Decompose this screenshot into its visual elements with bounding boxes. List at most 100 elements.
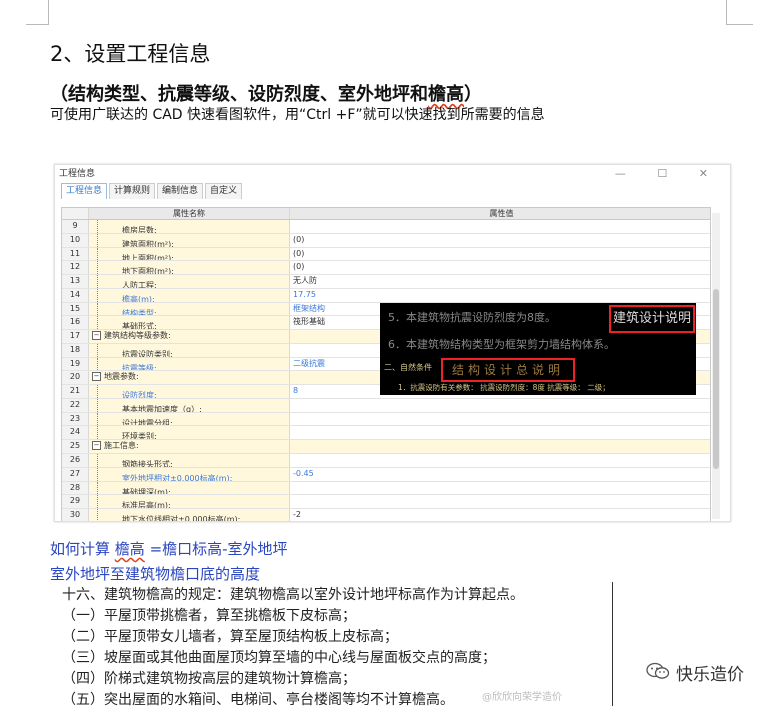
row-name: 建筑结构等级参数:	[104, 331, 171, 341]
tree-indent	[97, 233, 122, 247]
row-number: 22	[62, 398, 89, 412]
tree-indent	[97, 481, 122, 495]
row-name-cell: 地上面积(m²):	[89, 247, 290, 261]
row-value[interactable]	[290, 440, 710, 454]
row-value[interactable]: -2	[290, 509, 710, 521]
row-value[interactable]	[290, 454, 710, 467]
grid-row[interactable]: 30 地下水位线相对±0.000标高(m): -2	[62, 509, 710, 522]
tab-project-info[interactable]: 工程信息	[61, 183, 108, 199]
row-name-cell: 檐房层数:	[89, 220, 290, 233]
tree-indent	[97, 385, 122, 398]
page-corner-mark-left	[26, 0, 49, 25]
grid-row[interactable]: 28 基础埋深(m):	[62, 481, 710, 496]
row-value[interactable]	[290, 413, 710, 426]
grid-scrollbar[interactable]	[712, 213, 720, 519]
watermark-text: 快乐造价	[676, 665, 744, 685]
grid-row[interactable]: 23 设计地震分组:	[62, 412, 710, 427]
grid-row[interactable]: 27 室外地坪相对±0.000标高(m): -0.45	[62, 467, 710, 482]
tree-indent	[97, 343, 122, 357]
grid-row[interactable]: 26 钢筋接头形式:	[62, 454, 710, 468]
row-number: 9	[62, 220, 89, 233]
row-value[interactable]	[290, 426, 710, 439]
row-name: 地下水位线相对±0.000标高(m):	[122, 514, 241, 522]
window-controls[interactable]: — ☐ ✕	[615, 165, 722, 183]
row-name-cell: 抗震设防类别:	[89, 343, 290, 357]
tree-indent	[97, 288, 122, 302]
row-value[interactable]: (0)	[290, 248, 710, 261]
grid-row[interactable]: 13 人防工程: 无人防	[62, 275, 710, 289]
row-name-cell: 地下面积(m²):	[89, 261, 290, 275]
tree-indent	[97, 398, 122, 412]
row-value[interactable]: (0)	[290, 234, 710, 247]
cad-line-seismic-params: 1．抗震设防有关参数： 抗震设防烈度：8度 抗震等级： 二级；	[398, 383, 610, 392]
section-subheading: （结构类型、抗震等级、设防烈度、室外地坪和檐高）	[50, 84, 482, 105]
watermark-faint: @欣欣向荣学造价	[482, 692, 562, 703]
row-number: 11	[62, 247, 89, 261]
row-number: 30	[62, 509, 89, 521]
grid-row[interactable]: 11 地上面积(m²): (0)	[62, 247, 710, 262]
row-number: 27	[62, 467, 89, 481]
tree-indent	[97, 261, 122, 275]
row-number: 23	[62, 412, 89, 426]
row-name-cell: 设防烈度:	[89, 385, 290, 398]
grid-row[interactable]: 29 标准层高(m):	[62, 495, 710, 510]
row-name: 地下面积(m²):	[122, 267, 174, 275]
collapse-icon[interactable]: −	[92, 441, 101, 451]
row-number: 25	[62, 440, 89, 454]
rule-item: （五）突出屋面的水箱间、电梯间、亭台楼阁等均不计算檐高。	[62, 692, 454, 708]
collapse-icon[interactable]: −	[92, 372, 101, 382]
row-value[interactable]	[290, 399, 710, 412]
row-name: 建筑面积(m²):	[122, 239, 174, 247]
tree-indent	[97, 316, 122, 330]
row-name: 室外地坪相对±0.000标高(m):	[122, 473, 233, 481]
row-name: 结构类型:	[122, 308, 157, 316]
grid-row[interactable]: 10 建筑面积(m²): (0)	[62, 233, 710, 248]
row-value[interactable]: 无人防	[290, 275, 710, 288]
row-value[interactable]	[290, 495, 710, 508]
tree-indent	[97, 426, 122, 440]
grid-row[interactable]: 24 环境类别:	[62, 426, 710, 441]
row-value[interactable]: 17.75	[290, 289, 710, 302]
dialog-tabs: 工程信息 计算规则 编制信息 自定义	[61, 183, 730, 199]
row-name-cell: 建筑面积(m²):	[89, 233, 290, 247]
row-name-cell: 环境类别:	[89, 426, 290, 440]
row-value[interactable]: (0)	[290, 261, 710, 274]
col-value-header: 属性值	[489, 209, 514, 218]
grid-row[interactable]: 9 檐房层数:	[62, 220, 710, 234]
formula-term: 檐高	[114, 540, 145, 558]
tab-custom[interactable]: 自定义	[205, 183, 243, 199]
tab-calc-rules[interactable]: 计算规则	[109, 183, 156, 199]
row-name: 施工信息:	[104, 441, 139, 451]
row-name-cell: 设计地震分组:	[89, 412, 290, 426]
grid-header: 属性名称 属性值	[62, 208, 710, 220]
row-number: 14	[62, 288, 89, 302]
formula-line: 如何计算 檐高 =檐口标高-室外地坪	[50, 540, 288, 558]
row-number: 13	[62, 275, 89, 288]
row-number: 19	[62, 357, 89, 371]
grid-row[interactable]: 12 地下面积(m²): (0)	[62, 261, 710, 276]
scroll-thumb[interactable]	[713, 289, 719, 469]
row-name-cell: 人防工程:	[89, 275, 290, 288]
row-value[interactable]	[290, 220, 710, 233]
tree-indent	[97, 302, 122, 316]
tree-indent	[97, 275, 122, 288]
row-number: 15	[62, 302, 89, 316]
collapse-icon[interactable]: −	[92, 331, 101, 341]
row-number: 18	[62, 343, 89, 357]
row-number: 10	[62, 233, 89, 247]
row-value[interactable]	[290, 482, 710, 495]
cad-line-natural-conditions: 二、自然条件	[384, 363, 432, 372]
grid-row[interactable]: 14 檐高(m): 17.75	[62, 288, 710, 303]
row-name: 地上面积(m²):	[122, 253, 174, 261]
row-name-cell: − 施工信息:	[89, 440, 290, 454]
grid-row[interactable]: 22 基本地震加速度（g）:	[62, 398, 710, 413]
tab-compile-info[interactable]: 编制信息	[157, 183, 204, 199]
page-corner-mark-right	[726, 0, 753, 25]
row-value[interactable]: -0.45	[290, 468, 710, 481]
row-name: 钢筋接头形式:	[122, 459, 173, 467]
grid-row[interactable]: 25− 施工信息:	[62, 440, 710, 455]
cad-drawing-excerpt: 5．本建筑物抗震设防烈度为8度。 建筑设计说明 6．本建筑物结构类型为框架剪力墙…	[380, 303, 696, 395]
row-name-cell: − 建筑结构等级参数:	[89, 330, 290, 343]
wechat-icon	[646, 662, 670, 679]
row-name-cell: 标准层高(m):	[89, 495, 290, 509]
